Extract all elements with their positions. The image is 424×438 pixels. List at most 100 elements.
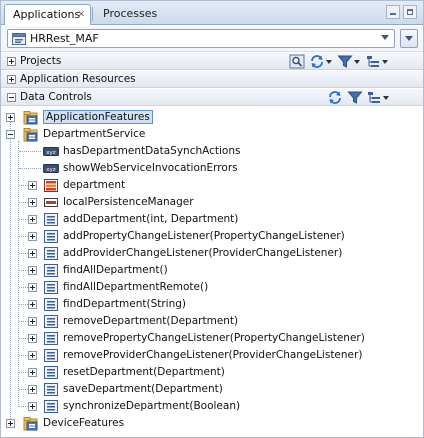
tree-item-label: findAllDepartment() bbox=[63, 264, 168, 276]
tab-divider bbox=[92, 7, 93, 21]
tree-item-label: removePropertyChangeListener(PropertyCha… bbox=[63, 332, 365, 344]
tab-processes[interactable]: Processes bbox=[95, 4, 185, 25]
tree-guide-line bbox=[19, 219, 28, 220]
tree-item[interactable]: removePropertyChangeListener(PropertyCha… bbox=[1, 330, 421, 347]
method-icon bbox=[43, 331, 59, 346]
expand-icon[interactable] bbox=[28, 334, 37, 343]
expand-icon[interactable] bbox=[28, 300, 37, 309]
tree-guide-line bbox=[19, 304, 28, 305]
tree-item-label: removeProviderChangeListener(ProviderCha… bbox=[63, 349, 363, 361]
method-icon bbox=[43, 314, 59, 329]
tree-item[interactable]: addPropertyChangeListener(PropertyChange… bbox=[1, 228, 421, 245]
tree-item-label: findAllDepartmentRemote() bbox=[63, 281, 209, 293]
tree-item-label: DepartmentService bbox=[43, 128, 146, 140]
application-resources-title: Application Resources bbox=[20, 73, 136, 85]
tree-item[interactable]: synchronizeDepartment(Boolean) bbox=[1, 398, 421, 415]
collapse-icon[interactable] bbox=[7, 93, 16, 102]
tree-item-label: department bbox=[63, 179, 126, 191]
hierarchy-options-icon[interactable] bbox=[366, 90, 382, 105]
tree-item[interactable]: xyz hasDepartmentDataSynchActions bbox=[1, 143, 421, 160]
tree-guide-line bbox=[19, 236, 28, 237]
chevron-down-icon[interactable] bbox=[326, 60, 332, 64]
expand-icon[interactable] bbox=[28, 368, 37, 377]
expand-icon[interactable] bbox=[6, 113, 15, 122]
chevron-down-icon[interactable] bbox=[354, 60, 360, 64]
expand-icon[interactable] bbox=[28, 215, 37, 224]
filter-icon[interactable] bbox=[347, 90, 363, 105]
tree-item[interactable]: removeProviderChangeListener(ProviderCha… bbox=[1, 347, 421, 364]
search-icon[interactable] bbox=[289, 54, 305, 69]
tree-guide-line bbox=[19, 168, 41, 169]
application-menu-button[interactable] bbox=[400, 29, 418, 48]
tree-item[interactable]: ApplicationFeatures bbox=[1, 109, 421, 126]
tree-item-label: hasDepartmentDataSynchActions bbox=[63, 145, 241, 157]
expand-icon[interactable] bbox=[6, 419, 15, 428]
expand-icon[interactable] bbox=[28, 385, 37, 394]
tree-item[interactable]: removeDepartment(Department) bbox=[1, 313, 421, 330]
hierarchy-options-icon[interactable] bbox=[365, 54, 381, 69]
filter-icon[interactable] bbox=[337, 54, 353, 69]
method-icon bbox=[43, 263, 59, 278]
tree-item[interactable]: findDepartment(String) bbox=[1, 296, 421, 313]
data-control-folder-icon bbox=[23, 127, 39, 142]
method-icon bbox=[43, 229, 59, 244]
tree-item[interactable]: localPersistenceManager bbox=[1, 194, 421, 211]
application-resources-panel-header[interactable]: Application Resources bbox=[1, 70, 423, 88]
expand-icon[interactable] bbox=[28, 402, 37, 411]
tree-item-label: DeviceFeatures bbox=[43, 417, 125, 429]
tree-item-label: removeDepartment(Department) bbox=[63, 315, 239, 327]
tree-guide-line bbox=[19, 270, 28, 271]
refresh-icon[interactable] bbox=[327, 90, 343, 105]
expand-icon[interactable] bbox=[28, 198, 37, 207]
expand-icon[interactable] bbox=[28, 249, 37, 258]
tree-item[interactable]: resetDepartment(Department) bbox=[1, 364, 421, 381]
data-controls-panel-header[interactable]: Data Controls bbox=[1, 88, 423, 106]
expand-icon[interactable] bbox=[28, 181, 37, 190]
application-icon bbox=[12, 33, 26, 45]
svg-text:xyz: xyz bbox=[46, 167, 56, 173]
application-selector[interactable]: HRRest_MAF bbox=[7, 29, 395, 48]
chevron-down-icon[interactable] bbox=[382, 60, 388, 64]
tree-guide-line bbox=[19, 406, 28, 407]
tree-item[interactable]: DeviceFeatures bbox=[1, 415, 421, 432]
chevron-down-icon[interactable] bbox=[381, 35, 389, 40]
tree-item-label: addProviderChangeListener(ProviderChange… bbox=[63, 247, 343, 259]
method-icon bbox=[43, 365, 59, 380]
expand-icon[interactable] bbox=[28, 232, 37, 241]
attribute-icon: xyz bbox=[43, 144, 59, 159]
tree-item-label: localPersistenceManager bbox=[63, 196, 194, 208]
expand-icon[interactable] bbox=[28, 317, 37, 326]
tree-item-label: resetDepartment(Department) bbox=[63, 366, 225, 378]
expand-icon[interactable] bbox=[7, 75, 16, 84]
chevron-down-icon[interactable] bbox=[383, 96, 389, 100]
tree-item[interactable]: DepartmentService bbox=[1, 126, 421, 143]
tree-item[interactable]: addProviderChangeListener(ProviderChange… bbox=[1, 245, 421, 262]
expand-icon[interactable] bbox=[28, 351, 37, 360]
expand-icon[interactable] bbox=[7, 57, 16, 66]
expand-icon[interactable] bbox=[28, 283, 37, 292]
tab-applications[interactable]: Applications ✕ bbox=[4, 4, 91, 25]
tree-item[interactable]: addDepartment(int, Department) bbox=[1, 211, 421, 228]
tree-item-label: ApplicationFeatures bbox=[43, 110, 153, 124]
data-control-folder-icon bbox=[23, 416, 39, 431]
data-controls-title: Data Controls bbox=[20, 91, 92, 103]
svg-text:xyz: xyz bbox=[46, 150, 56, 156]
collapse-icon[interactable] bbox=[6, 130, 15, 139]
close-icon[interactable]: ✕ bbox=[77, 5, 85, 25]
tree-item[interactable]: department bbox=[1, 177, 421, 194]
projects-panel-header[interactable]: Projects bbox=[1, 52, 423, 70]
maximize-icon[interactable] bbox=[403, 5, 417, 19]
tree-guide-line bbox=[19, 287, 28, 288]
tree-guide-line bbox=[19, 372, 28, 373]
tree-item[interactable]: findAllDepartment() bbox=[1, 262, 421, 279]
tree-item[interactable]: saveDepartment(Department) bbox=[1, 381, 421, 398]
minimize-icon[interactable] bbox=[386, 5, 400, 19]
method-icon bbox=[43, 348, 59, 363]
tree-item-label: showWebServiceInvocationErrors bbox=[63, 162, 238, 174]
sync-icon[interactable] bbox=[309, 54, 325, 69]
tree-guide-line bbox=[19, 253, 28, 254]
expand-icon[interactable] bbox=[28, 266, 37, 275]
tree-item[interactable]: findAllDepartmentRemote() bbox=[1, 279, 421, 296]
method-icon bbox=[43, 246, 59, 261]
tree-item[interactable]: xyz showWebServiceInvocationErrors bbox=[1, 160, 421, 177]
